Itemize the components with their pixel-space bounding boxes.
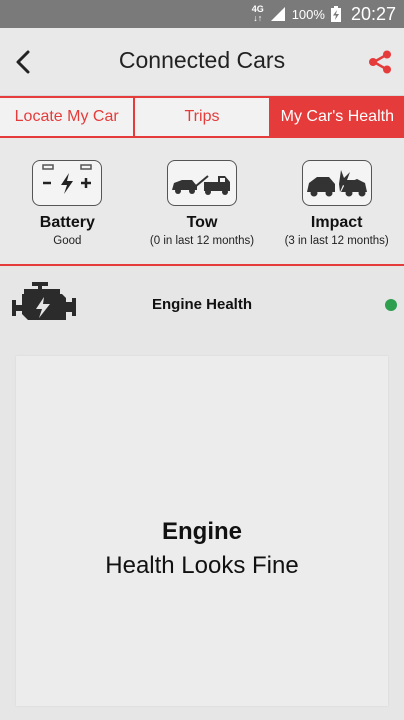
network-label: 4G [251,4,264,14]
health-item-tow[interactable]: Tow (0 in last 12 months) [135,138,270,264]
tow-count: (0 in last 12 months) [149,235,255,247]
engine-status-indicator [385,299,397,311]
app-header: Connected Cars [0,28,404,96]
tab-trips[interactable]: Trips [135,98,271,136]
engine-card-message: Health Looks Fine [105,552,299,579]
battery-status-icon [330,6,341,22]
tab-my-cars-health[interactable]: My Car's Health [270,98,404,136]
status-bar: 4G ↓↑ 100% 20:27 [0,0,404,28]
network-indicator: 4G ↓↑ [251,4,264,23]
signal-icon [270,7,285,21]
impact-label: Impact [310,214,363,231]
engine-health-title: Engine Health [151,296,252,313]
health-summary: Battery Good Tow (0 in last 12 months) I… [0,138,404,266]
battery-status: Good [53,235,82,247]
impact-count: (3 in last 12 months) [284,235,389,247]
share-icon[interactable] [368,50,392,74]
tow-truck-icon [167,160,237,206]
battery-label: Battery [39,214,95,231]
chevron-left-icon[interactable] [12,48,34,76]
car-crash-icon [301,160,372,206]
engine-health-row[interactable]: Engine Health [0,268,404,340]
engine-status-card: Engine Health Looks Fine [16,356,388,706]
tab-locate-my-car[interactable]: Locate My Car [0,98,136,136]
tow-label: Tow [186,214,218,231]
battery-percent: 100% [291,6,325,22]
clock: 20:27 [350,3,396,24]
engine-card-title: Engine [161,518,242,545]
page-title: Connected Cars [118,47,286,73]
battery-icon [32,160,103,206]
health-item-impact[interactable]: Impact (3 in last 12 months) [269,138,404,264]
tab-bar: Locate My Car Trips My Car's Health [0,96,404,138]
health-item-battery[interactable]: Battery Good [0,138,135,264]
